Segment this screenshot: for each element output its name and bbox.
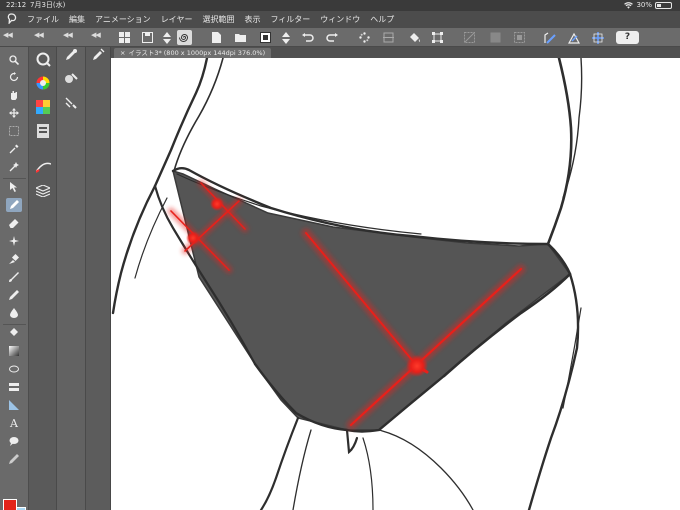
selection-tool-icon[interactable] xyxy=(6,124,22,138)
new-file-icon[interactable] xyxy=(209,30,224,45)
tab-close-icon[interactable]: × xyxy=(120,49,125,57)
menu-filter[interactable]: フィルター xyxy=(265,14,315,25)
red-highlight-dot-3 xyxy=(406,355,428,377)
tool-divider-2 xyxy=(3,324,26,325)
fill-bucket-icon[interactable] xyxy=(407,30,422,45)
menu-selection[interactable]: 選択範囲 xyxy=(197,14,239,25)
battery-percent: 30% xyxy=(636,1,652,9)
red-highlight-dot-2 xyxy=(186,231,200,245)
status-right: 30% xyxy=(624,0,672,11)
menu-view[interactable]: 表示 xyxy=(239,14,265,25)
menu-layer[interactable]: レイヤー xyxy=(156,14,198,25)
pen-tool-icon[interactable] xyxy=(6,198,22,212)
tool-palette: A xyxy=(0,47,29,510)
zoom-tool-icon[interactable] xyxy=(6,53,22,67)
canvas-tab-title: イラスト3* (800 x 1000px 144dpi 376.0%) xyxy=(128,49,266,57)
sub-tool-brush-icon[interactable] xyxy=(63,71,79,87)
balloon-tool-icon[interactable] xyxy=(6,434,22,448)
color-set-icon[interactable] xyxy=(35,99,51,115)
selection-invert-icon[interactable] xyxy=(488,30,503,45)
tool-property-palette xyxy=(86,47,111,510)
ruler-tool-icon[interactable] xyxy=(6,398,22,412)
loading-dots-icon[interactable] xyxy=(357,30,372,45)
fill-tool-icon[interactable] xyxy=(6,326,22,340)
status-date: 7月3日(水) xyxy=(30,1,66,9)
airbrush-tool-icon[interactable] xyxy=(6,252,22,266)
menu-file[interactable]: ファイル xyxy=(22,14,64,25)
selection-clear-icon[interactable] xyxy=(462,30,477,45)
battery-icon xyxy=(655,2,672,9)
gradient-tool-icon[interactable] xyxy=(6,344,22,358)
red-highlight-dot-1 xyxy=(210,197,224,211)
status-time: 22:12 xyxy=(6,1,27,9)
special-ruler-snap-icon[interactable] xyxy=(566,30,581,45)
battery-level xyxy=(657,4,661,7)
sub-tool-gpen-icon[interactable] xyxy=(90,47,106,63)
layer-stack-icon[interactable] xyxy=(35,183,51,199)
spiral-brush-icon[interactable] xyxy=(177,30,192,45)
tool-divider xyxy=(3,178,26,179)
navigator-icon[interactable] xyxy=(35,51,51,67)
blend-tool-icon[interactable] xyxy=(6,306,22,320)
pencil-tool-icon[interactable] xyxy=(6,288,22,302)
brush-size-icon[interactable] xyxy=(35,159,51,175)
sub-tool-palette xyxy=(57,47,86,510)
open-folder-icon[interactable] xyxy=(233,30,248,45)
hand-tool-icon[interactable] xyxy=(6,88,22,102)
save-icon[interactable] xyxy=(140,30,155,45)
transform-icon[interactable] xyxy=(430,30,445,45)
command-bar: ◀◀ ◀◀ ◀◀ ◀◀ ? xyxy=(0,28,680,47)
sub-tool-marker-icon[interactable] xyxy=(63,95,79,111)
frame-border-tool-icon[interactable] xyxy=(6,380,22,394)
canvas-tab-bar: × イラスト3* (800 x 1000px 144dpi 376.0%) xyxy=(111,47,680,58)
canvas-tab[interactable]: × イラスト3* (800 x 1000px 144dpi 376.0%) xyxy=(114,48,272,58)
eraser-tool-icon[interactable] xyxy=(6,216,22,230)
correct-line-tool-icon[interactable] xyxy=(6,452,22,466)
menu-animation[interactable]: アニメーション xyxy=(90,14,156,25)
side-palette xyxy=(29,47,57,510)
drawing-canvas[interactable] xyxy=(111,58,680,510)
undo-icon[interactable] xyxy=(300,30,315,45)
eyedropper-tool-icon[interactable] xyxy=(6,142,22,156)
menu-help[interactable]: ヘルプ xyxy=(365,14,399,25)
canvas-drawing xyxy=(111,58,583,510)
clip-studio-logo-icon[interactable] xyxy=(0,12,22,27)
collapse-arrows-icon-3[interactable]: ◀◀ xyxy=(63,31,73,39)
clear-layer-icon[interactable] xyxy=(381,30,396,45)
grid-menu-icon[interactable] xyxy=(117,30,132,45)
decoration-tool-icon[interactable] xyxy=(6,234,22,248)
menu-edit[interactable]: 編集 xyxy=(64,14,90,25)
collapse-arrows-icon-2[interactable]: ◀◀ xyxy=(34,31,44,39)
brush-tool-icon[interactable] xyxy=(6,270,22,284)
grid-snap-icon[interactable] xyxy=(590,30,605,45)
sub-tool-pen-icon[interactable] xyxy=(63,47,79,63)
redo-icon[interactable] xyxy=(324,30,339,45)
color-wheel-icon[interactable] xyxy=(35,75,51,91)
layer-properties-icon[interactable] xyxy=(35,123,51,139)
rotate-tool-icon[interactable] xyxy=(6,70,22,84)
move-tool-icon[interactable] xyxy=(6,106,22,120)
selection-expand-icon[interactable] xyxy=(512,30,527,45)
app-window: 22:12 7月3日(水) 30% ファイル 編集 アニメーション レイヤー 選… xyxy=(0,0,680,510)
wifi-icon xyxy=(624,2,634,9)
ruler-snap-icon[interactable] xyxy=(542,30,557,45)
up-down-arrows-icon-2[interactable] xyxy=(278,30,293,45)
up-down-arrows-icon[interactable] xyxy=(159,30,174,45)
figure-tool-icon[interactable] xyxy=(6,362,22,376)
text-tool-icon[interactable]: A xyxy=(6,416,22,430)
menu-window[interactable]: ウィンドウ xyxy=(315,14,365,25)
menu-bar: ファイル 編集 アニメーション レイヤー 選択範囲 表示 フィルター ウィンドウ… xyxy=(0,11,680,28)
object-tool-icon[interactable] xyxy=(6,180,22,194)
auto-select-tool-icon[interactable] xyxy=(6,160,22,174)
canvas-color-icon[interactable] xyxy=(258,30,273,45)
help-button[interactable]: ? xyxy=(616,31,639,44)
main-color-swatch[interactable] xyxy=(3,499,17,510)
collapse-arrows-icon-4[interactable]: ◀◀ xyxy=(91,31,101,39)
status-bar: 22:12 7月3日(水) 30% xyxy=(0,0,680,11)
collapse-arrows-icon[interactable]: ◀◀ xyxy=(3,31,13,39)
